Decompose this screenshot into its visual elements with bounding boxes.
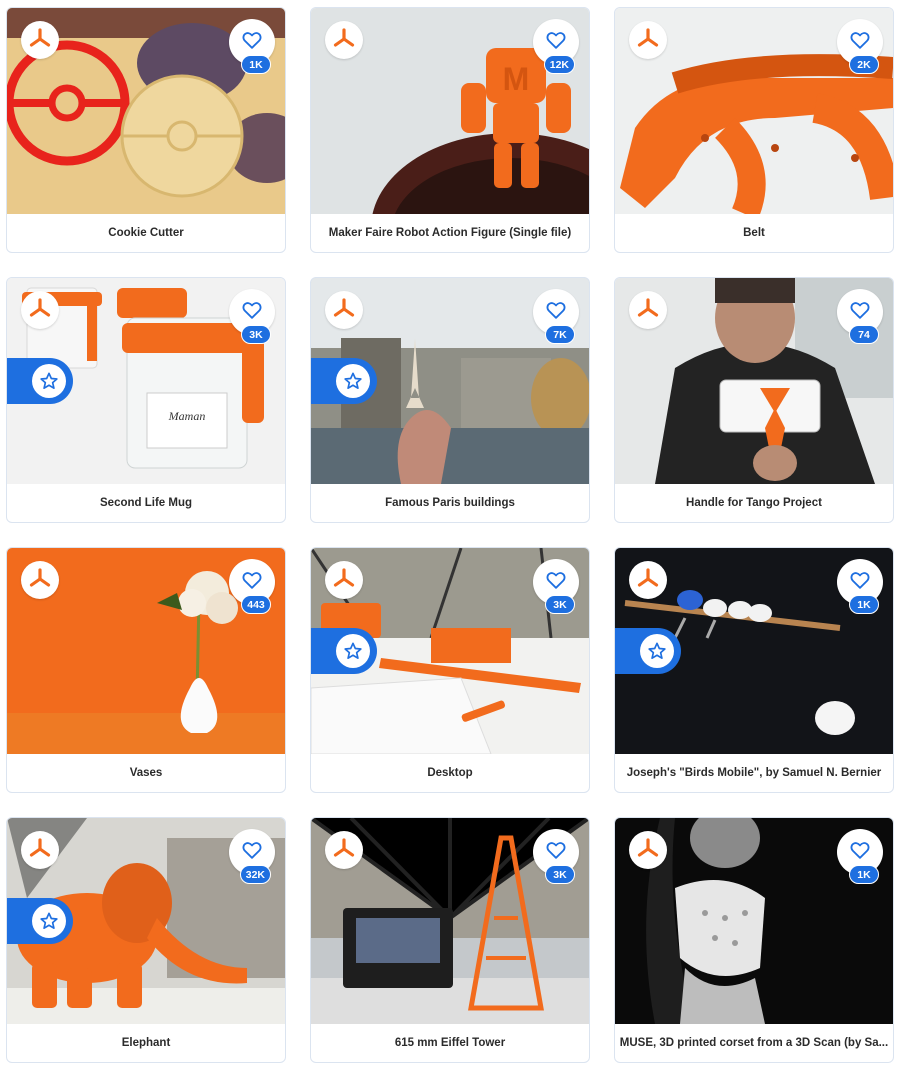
model-title[interactable]: 615 mm Eiffel Tower [311,1024,589,1062]
staff-pick-badge[interactable] [311,628,377,674]
cults-tripod-icon [325,291,363,329]
svg-text:M: M [503,61,530,97]
model-title[interactable]: Maker Faire Robot Action Figure (Single … [311,214,589,252]
like-count-badge: 3K [545,595,575,614]
model-title[interactable]: Cookie Cutter [7,214,285,252]
model-card[interactable]: 3K Desktop [310,547,590,793]
cults-tripod-icon [629,831,667,869]
cults-tripod-icon [21,21,59,59]
like-count-badge: 1K [849,595,879,614]
model-card[interactable]: 1K Joseph's "Birds Mobile", by Samuel N.… [614,547,894,793]
star-icon [336,634,370,668]
heart-icon [241,29,263,56]
like-count-badge: 74 [849,325,879,344]
model-card[interactable]: 443 Vases [6,547,286,793]
heart-icon [545,29,567,56]
model-title[interactable]: Handle for Tango Project [615,484,893,522]
model-card[interactable]: Maman 3K Second Life Mug [6,277,286,523]
like-count-badge: 12K [543,55,575,74]
model-title[interactable]: Elephant [7,1024,285,1062]
like-count-badge: 1K [849,865,879,884]
cults-tripod-icon [21,561,59,599]
cults-tripod-icon [325,561,363,599]
heart-icon [241,839,263,866]
model-title[interactable]: Famous Paris buildings [311,484,589,522]
like-count-badge: 3K [545,865,575,884]
like-count-badge: 2K [849,55,879,74]
model-title[interactable]: Belt [615,214,893,252]
cults-tripod-icon [21,291,59,329]
cults-tripod-icon [21,831,59,869]
cults-tripod-icon [629,21,667,59]
heart-icon [849,839,871,866]
staff-pick-badge[interactable] [7,358,73,404]
model-card[interactable]: 3K 615 mm Eiffel Tower [310,817,590,1063]
cults-tripod-icon [325,831,363,869]
model-card[interactable]: 1K Cookie Cutter [6,7,286,253]
model-title[interactable]: Desktop [311,754,589,792]
model-card[interactable]: 1K MUSE, 3D printed corset from a 3D Sca… [614,817,894,1063]
model-card[interactable]: 2K Belt [614,7,894,253]
model-title[interactable]: Second Life Mug [7,484,285,522]
svg-text:Maman: Maman [168,409,206,423]
model-title[interactable]: Vases [7,754,285,792]
star-icon [32,904,66,938]
like-count-badge: 3K [241,325,271,344]
staff-pick-badge[interactable] [311,358,377,404]
like-count-badge: 7K [545,325,575,344]
cults-tripod-icon [629,291,667,329]
star-icon [640,634,674,668]
heart-icon [241,569,263,596]
model-title[interactable]: MUSE, 3D printed corset from a 3D Scan (… [615,1024,893,1062]
model-card[interactable]: 32K Elephant [6,817,286,1063]
heart-icon [849,569,871,596]
star-icon [32,364,66,398]
heart-icon [545,569,567,596]
heart-icon [849,299,871,326]
star-icon [336,364,370,398]
model-title[interactable]: Joseph's "Birds Mobile", by Samuel N. Be… [615,754,893,792]
heart-icon [545,299,567,326]
like-count-badge: 32K [239,865,271,884]
model-card[interactable]: 74 Handle for Tango Project [614,277,894,523]
heart-icon [849,29,871,56]
like-count-badge: 443 [241,595,271,614]
cults-tripod-icon [325,21,363,59]
staff-pick-badge[interactable] [615,628,681,674]
like-count-badge: 1K [241,55,271,74]
heart-icon [545,839,567,866]
heart-icon [241,299,263,326]
model-card[interactable]: M 12K Maker Faire Robot Action Figure (S… [310,7,590,253]
cults-tripod-icon [629,561,667,599]
model-card[interactable]: 7K Famous Paris buildings [310,277,590,523]
staff-pick-badge[interactable] [7,898,73,944]
